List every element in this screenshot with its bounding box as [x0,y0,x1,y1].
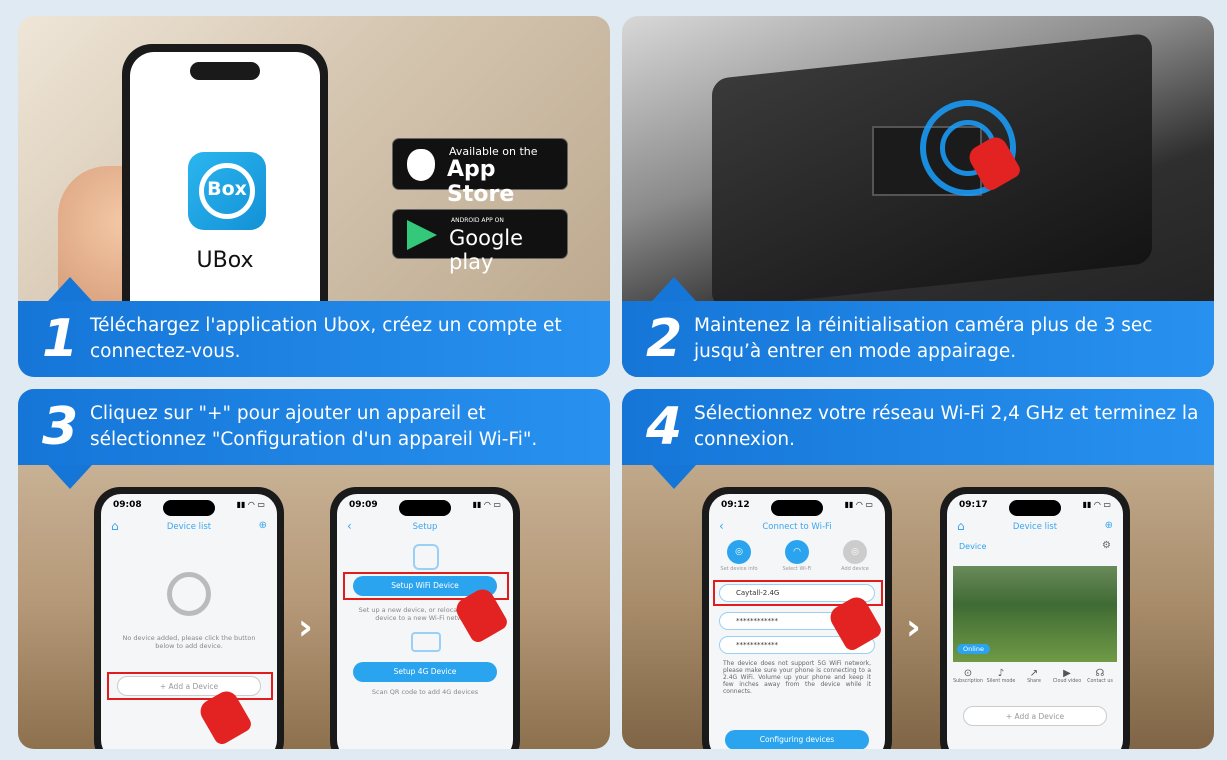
step-4-panel: 4 Sélectionnez votre réseau Wi-Fi 2,4 GH… [622,389,1214,749]
next-chevron-icon: › [298,607,313,648]
phone-setup: 09:09 ▮▮ ◠ ▭ ‹ Setup Setup WiFi Device S… [330,487,520,749]
dynamic-island [771,500,823,516]
dynamic-island [1009,500,1061,516]
step-wifi-icon: ◠ [785,540,809,564]
app-name: UBox [196,248,254,273]
wifi-note: The device does not support 5G WiFi netw… [723,660,871,695]
4g-camera-icon [411,632,441,652]
step-number: 1 [42,309,79,369]
ubox-app-icon[interactable]: Box [188,152,266,230]
highlight-box [107,672,273,700]
screen-title: Connect to Wi-Fi [762,522,832,532]
step-3-caption: 3 Cliquez sur "+" pour ajouter un appare… [18,389,610,489]
screen-title: Device list [166,522,212,532]
wifi-camera-icon [413,544,439,570]
action-label: Cloud video [1052,679,1082,684]
add-icon[interactable]: ⊕ [259,520,267,531]
googleplay-main: Google play [449,226,524,274]
headset-icon: ☊ [1095,668,1105,679]
phone-screen: Box UBox [130,52,320,336]
screen-title: Device list [1012,522,1058,532]
step-2-caption: 2 Maintenez la réinitialisation caméra p… [622,277,1214,377]
phone-screen: 09:09 ▮▮ ◠ ▭ ‹ Setup Setup WiFi Device S… [337,494,513,749]
googleplay-sub: ANDROID APP ON [451,217,504,224]
phone-notch [190,62,260,80]
status-time: 09:12 [721,500,750,510]
silent-mode-action[interactable]: ♪ Silent mode [986,668,1016,684]
arrow-up-icon [48,277,92,301]
play-icon: ▶ [1063,668,1071,679]
tab-label: Set device info [720,566,758,572]
cloud-video-action[interactable]: ▶ Cloud video [1052,668,1082,684]
share-action[interactable]: ↗ Share [1019,668,1049,684]
step-1-panel: Box UBox Available on the App Store ANDR… [18,16,610,377]
status-icons: ▮▮ ◠ ▭ [472,500,501,509]
online-badge: Online [957,644,990,654]
status-time: 09:09 [349,500,378,510]
app-store-badge[interactable]: Available on the App Store [392,138,568,207]
empty-device-icon [167,572,211,616]
step-text: Téléchargez l'application Ubox, créez un… [90,315,562,362]
status-icons: ▮▮ ◠ ▭ [844,500,873,509]
arrow-down-icon [652,465,696,489]
screen-title: Setup [412,522,438,532]
add-device-button[interactable]: + Add a Device [963,706,1107,726]
phone-connect-wifi: 09:12 ▮▮ ◠ ▭ ‹ Connect to Wi-Fi ◎ ◠ ◎ Se… [702,487,892,749]
phone-screen: 09:12 ▮▮ ◠ ▭ ‹ Connect to Wi-Fi ◎ ◠ ◎ Se… [709,494,885,749]
step-text: Cliquez sur "+" pour ajouter un appareil… [90,403,538,450]
step-number: 4 [646,397,683,457]
step-2-panel: 2 Maintenez la réinitialisation caméra p… [622,16,1214,377]
tab-label: Add device [841,566,869,572]
share-icon: ↗ [1029,668,1039,679]
action-label: Silent mode [986,679,1016,684]
action-row: ⊙ Subscription ♪ Silent mode ↗ Share ▶ Cloud… [953,668,1117,694]
google-play-badge[interactable]: ANDROID APP ON Google play [392,209,568,274]
subscription-icon: ⊙ [963,668,973,679]
step-3-panel: 3 Cliquez sur "+" pour ajouter un appare… [18,389,610,749]
subscription-action[interactable]: ⊙ Subscription [953,668,983,684]
step-device-info-icon: ◎ [727,540,751,564]
phone-mockup: Box UBox [122,44,328,344]
google-play-icon [407,220,437,250]
action-label: Contact us [1087,679,1113,684]
add-icon[interactable]: ⊕ [1105,520,1113,531]
phone-screen: 09:08 ▮▮ ◠ ▭ ⌂ Device list ⊕ No device a… [101,494,277,749]
action-label: Subscription [953,679,983,684]
appstore-main: App Store [447,157,515,207]
4g-desc: Scan QR code to add 4G devices [371,688,479,696]
step-1-caption: 1 Téléchargez l'application Ubox, créez … [18,277,610,377]
arrow-down-icon [48,465,92,489]
step-number: 2 [646,309,683,369]
settings-icon[interactable]: ⚙ [1102,540,1111,551]
next-chevron-icon: › [906,607,921,648]
apple-icon [407,149,435,181]
phone-device-list: 09:08 ▮▮ ◠ ▭ ⌂ Device list ⊕ No device a… [94,487,284,749]
step-number: 3 [42,397,79,457]
app-icon-text: Box [207,178,247,200]
setup-4g-button[interactable]: Setup 4G Device [353,662,497,682]
dynamic-island [399,500,451,516]
contact-action[interactable]: ☊ Contact us [1085,668,1115,684]
tab-label: Select Wi-Fi [782,566,812,572]
step-add-device-icon: ◎ [843,540,867,564]
action-label: Share [1027,679,1041,684]
step-4-caption: 4 Sélectionnez votre réseau Wi-Fi 2,4 GH… [622,389,1214,489]
dynamic-island [163,500,215,516]
configuring-button[interactable]: Configuring devices [725,730,869,749]
arrow-up-icon [652,277,696,301]
status-icons: ▮▮ ◠ ▭ [236,500,265,509]
step-text: Maintenez la réinitialisation caméra plu… [694,315,1153,362]
step-text: Sélectionnez votre réseau Wi-Fi 2,4 GHz … [694,403,1199,450]
phone-device-online: 09:17 ▮▮ ◠ ▭ ⌂ Device list ⊕ Device ⚙ On… [940,487,1130,749]
empty-text: No device added, please click the button… [122,634,256,650]
phone-screen: 09:17 ▮▮ ◠ ▭ ⌂ Device list ⊕ Device ⚙ On… [947,494,1123,749]
status-time: 09:08 [113,500,142,510]
bell-icon: ♪ [997,668,1005,679]
status-time: 09:17 [959,500,988,510]
device-label: Device [959,542,987,551]
status-icons: ▮▮ ◠ ▭ [1082,500,1111,509]
